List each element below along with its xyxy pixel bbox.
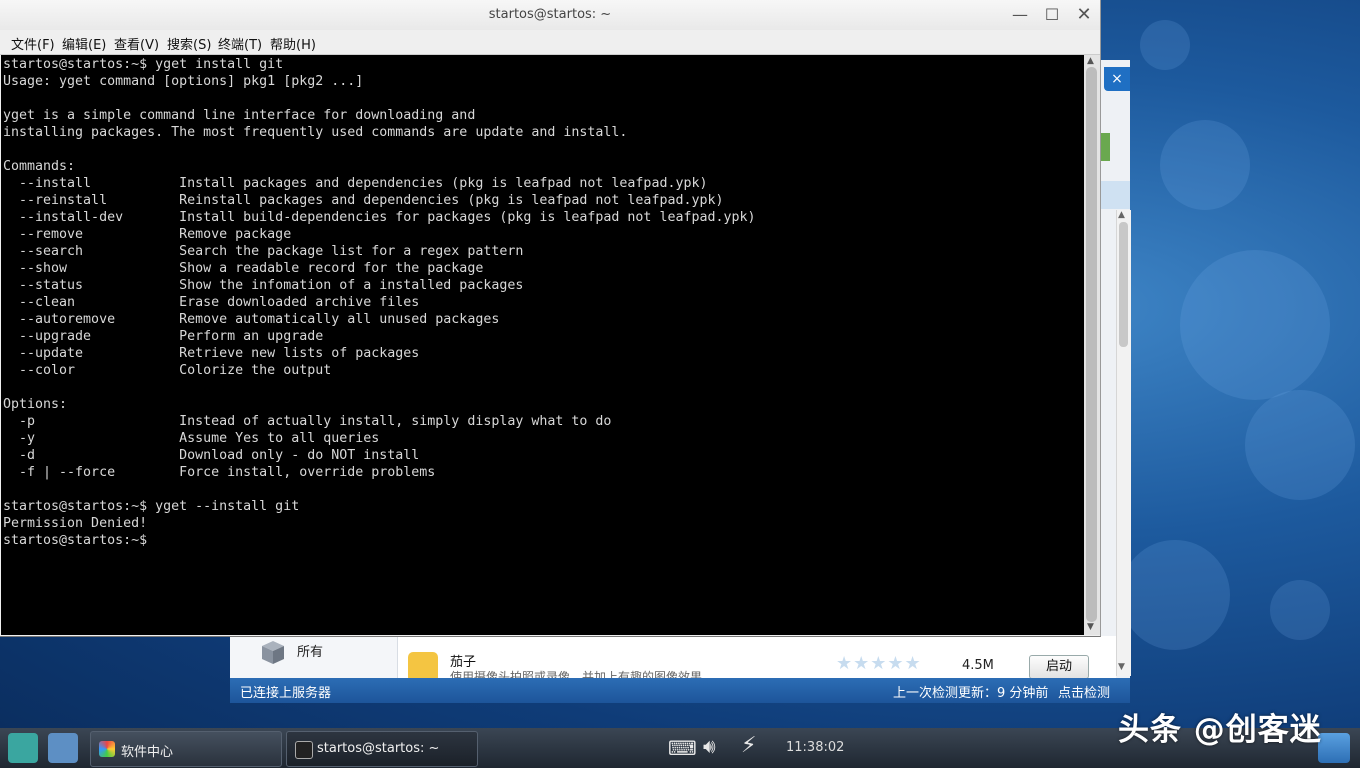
menu-view[interactable]: 查看(V) [114,34,159,53]
menu-search[interactable]: 搜索(S) [167,34,211,53]
scroll-up-icon[interactable]: ▲ [1087,56,1094,66]
scroll-down-icon[interactable]: ▼ [1118,662,1125,672]
title-bar[interactable]: startos@startos: ~ — ☐ ✕ [0,0,1100,30]
task-terminal[interactable]: startos@startos: ~ [286,731,478,767]
app-list-item[interactable]: 茄子 使用摄像头拍照或录像，并加上有趣的图像效果 ★★★★★ 4.5M 启动 [398,636,1116,678]
menu-help[interactable]: 帮助(H) [270,34,316,53]
notification-icon[interactable] [1318,733,1350,763]
terminal-output-area[interactable]: startos@startos:~$ yget install git Usag… [1,55,1084,635]
scroll-up-icon[interactable]: ▲ [1118,210,1125,220]
menu-edit[interactable]: 编辑(E) [62,34,106,53]
maximize-icon[interactable]: ☐ [1042,5,1062,25]
scrollbar-thumb[interactable] [1119,222,1128,347]
package-box-icon [262,641,284,664]
network-icon[interactable]: ⚡︎ [741,733,756,758]
status-bar: 已连接上服务器 上一次检测更新：9 分钟前 点击检测 [230,678,1130,703]
cheese-app-icon [408,652,438,678]
terminal-icon [295,741,313,759]
app-size: 4.5M [962,658,994,673]
task-label: startos@startos: ~ [317,741,440,756]
software-center-accent [1100,133,1110,161]
task-software-center[interactable]: 软件中心 [90,731,282,767]
show-desktop-icon[interactable] [48,733,78,763]
keyboard-icon[interactable]: ⌨ [668,736,697,760]
terminal-scrollbar[interactable]: ▲ ▼ [1084,55,1100,635]
scroll-down-icon[interactable]: ▼ [1087,622,1094,632]
watermark: 头条 @创客迷 [1118,712,1322,748]
app-description: 使用摄像头拍照或录像，并加上有趣的图像效果 [450,670,703,678]
scrollbar-thumb[interactable] [1086,67,1097,622]
software-center-icon [99,741,115,757]
window-title: startos@startos: ~ [488,7,612,22]
terminal-output: startos@startos:~$ yget install git Usag… [3,57,756,548]
task-label: 软件中心 [121,745,174,760]
menu-file[interactable]: 文件(F) [11,34,55,53]
software-center-scrollbar[interactable]: ▲ ▼ [1116,210,1131,676]
volume-icon[interactable]: 🔊︎ [703,734,716,758]
menu-terminal[interactable]: 终端(T) [218,34,262,53]
connection-status: 已连接上服务器 [240,686,332,701]
close-icon[interactable]: ✕ [1074,5,1094,25]
category-label: 所有 [297,645,324,660]
clock: 11:38:02 [786,740,845,755]
check-updates-link[interactable]: 点击检测 [1058,682,1110,701]
minimize-icon[interactable]: — [1010,5,1030,25]
category-item-all[interactable]: 所有 [230,636,398,678]
menu-bar: 文件(F) 编辑(E) 查看(V) 搜索(S) 终端(T) 帮助(H) [0,30,1100,55]
close-icon[interactable]: × [1104,67,1130,91]
terminal-window: startos@startos: ~ — ☐ ✕ 文件(F) 编辑(E) 查看(… [0,0,1101,637]
rating-stars-icon[interactable]: ★★★★★ [836,653,922,674]
last-check-text: 上一次检测更新：9 分钟前 [893,686,1049,701]
software-center-header-strip [1100,181,1130,209]
start-menu-icon[interactable] [8,733,38,763]
launch-button[interactable]: 启动 [1029,655,1089,678]
